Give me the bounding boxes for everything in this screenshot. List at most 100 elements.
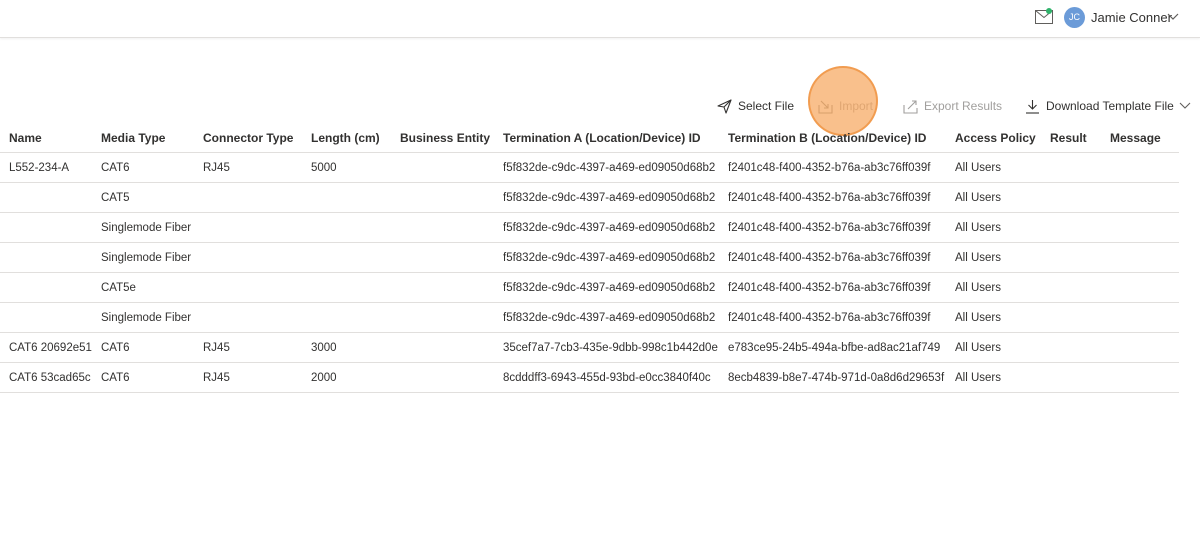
cell-business-entity: [391, 272, 494, 303]
export-results-button[interactable]: Export Results: [903, 96, 1002, 116]
column-header-termination-b[interactable]: Termination B (Location/Device) ID: [719, 123, 946, 153]
table-row[interactable]: Singlemode Fiber f5f832de-c9dc-4397-a469-…: [0, 242, 1179, 273]
cell-name: [0, 182, 92, 213]
column-header-media-type[interactable]: Media Type: [92, 123, 194, 153]
cell-length: [302, 272, 391, 303]
cell-message: [1101, 272, 1179, 303]
cell-access-policy: All Users: [946, 152, 1041, 183]
top-bar: JC Jamie Conner: [0, 0, 1200, 38]
cell-connector-type: RJ45: [194, 332, 302, 363]
cell-access-policy: All Users: [946, 182, 1041, 213]
cell-termination-a: f5f832de-c9dc-4397-a469-ed09050d68b2: [494, 302, 719, 333]
table-row[interactable]: L552-234-A CAT6 RJ45 5000 f5f832de-c9dc-4397…: [0, 152, 1179, 183]
download-template-label: Download Template File: [1046, 99, 1174, 113]
cell-length: 3000: [302, 332, 391, 363]
cell-termination-b: e783ce95-24b5-494a-bfbe-ad8ac21af749: [719, 332, 946, 363]
cell-name: [0, 272, 92, 303]
cell-termination-a: f5f832de-c9dc-4397-a469-ed09050d68b2: [494, 272, 719, 303]
cell-termination-b: f2401c48-f400-4352-b76a-ab3c76ff039f: [719, 242, 946, 273]
table-body: L552-234-A CAT6 RJ45 5000 f5f832de-c9dc-4397…: [0, 152, 1179, 393]
cell-result: [1041, 242, 1101, 273]
cell-connector-type: RJ45: [194, 152, 302, 183]
cell-length: [302, 182, 391, 213]
cell-access-policy: All Users: [946, 242, 1041, 273]
cell-result: [1041, 212, 1101, 243]
table-row[interactable]: CAT6 20692e51 CAT6 RJ45 3000 35cef7a7-7cb3-4…: [0, 332, 1179, 363]
cell-connector-type: [194, 182, 302, 213]
cell-access-policy: All Users: [946, 302, 1041, 333]
column-header-access-policy[interactable]: Access Policy: [946, 123, 1041, 153]
table-row[interactable]: CAT6 53cad65c CAT6 RJ45 2000 8cdddff3-6943-4…: [0, 362, 1179, 393]
cell-name: CAT6 53cad65c: [0, 362, 92, 393]
cell-connector-type: RJ45: [194, 362, 302, 393]
cell-message: [1101, 242, 1179, 273]
cell-termination-b: f2401c48-f400-4352-b76a-ab3c76ff039f: [719, 152, 946, 183]
column-header-result[interactable]: Result: [1041, 123, 1101, 153]
cell-message: [1101, 362, 1179, 393]
cell-termination-b: f2401c48-f400-4352-b76a-ab3c76ff039f: [719, 272, 946, 303]
cell-business-entity: [391, 212, 494, 243]
cell-business-entity: [391, 182, 494, 213]
chevron-down-icon[interactable]: [1167, 13, 1179, 21]
column-header-business-entity[interactable]: Business Entity: [391, 123, 494, 153]
download-template-button[interactable]: Download Template File: [1025, 96, 1191, 116]
table-row[interactable]: Singlemode Fiber f5f832de-c9dc-4397-a469-…: [0, 212, 1179, 243]
cell-business-entity: [391, 152, 494, 183]
user-name[interactable]: Jamie Conner: [1091, 10, 1172, 25]
column-header-length[interactable]: Length (cm): [302, 123, 391, 153]
cell-length: [302, 302, 391, 333]
table-row[interactable]: Singlemode Fiber f5f832de-c9dc-4397-a469-…: [0, 302, 1179, 333]
column-header-name[interactable]: Name: [0, 123, 92, 153]
cell-name: [0, 242, 92, 273]
select-file-button[interactable]: Select File: [717, 96, 794, 116]
column-header-termination-a[interactable]: Termination A (Location/Device) ID: [494, 123, 719, 153]
cell-access-policy: All Users: [946, 332, 1041, 363]
export-icon: [903, 99, 918, 114]
send-icon: [717, 98, 732, 114]
cell-result: [1041, 302, 1101, 333]
cell-media-type: Singlemode Fiber: [92, 242, 194, 273]
chevron-down-icon[interactable]: [1179, 102, 1191, 110]
cell-media-type: Singlemode Fiber: [92, 212, 194, 243]
table-header-row: Name Media Type Connector Type Length (c…: [0, 123, 1179, 153]
column-header-message[interactable]: Message: [1101, 123, 1179, 153]
download-icon: [1026, 99, 1039, 114]
cell-termination-b: f2401c48-f400-4352-b76a-ab3c76ff039f: [719, 302, 946, 333]
cell-business-entity: [391, 302, 494, 333]
column-header-connector-type[interactable]: Connector Type: [194, 123, 302, 153]
cell-length: [302, 212, 391, 243]
cell-message: [1101, 182, 1179, 213]
import-label: Import: [839, 99, 874, 113]
cell-termination-a: f5f832de-c9dc-4397-a469-ed09050d68b2: [494, 212, 719, 243]
cell-connector-type: [194, 212, 302, 243]
cell-name: [0, 302, 92, 333]
import-icon: [818, 100, 833, 114]
import-table: Name Media Type Connector Type Length (c…: [0, 123, 1179, 393]
cell-termination-b: 8ecb4839-b8e7-474b-971d-0a8d6d29653f: [719, 362, 946, 393]
cell-access-policy: All Users: [946, 212, 1041, 243]
cell-message: [1101, 212, 1179, 243]
export-results-label: Export Results: [924, 99, 1003, 113]
cell-access-policy: All Users: [946, 272, 1041, 303]
select-file-label: Select File: [738, 99, 795, 113]
table-row[interactable]: CAT5 f5f832de-c9dc-4397-a469-ed09050d68b2…: [0, 182, 1179, 213]
cell-connector-type: [194, 302, 302, 333]
cell-termination-a: f5f832de-c9dc-4397-a469-ed09050d68b2: [494, 242, 719, 273]
cell-length: [302, 242, 391, 273]
cell-business-entity: [391, 362, 494, 393]
cell-access-policy: All Users: [946, 362, 1041, 393]
table-row[interactable]: CAT5e f5f832de-c9dc-4397-a469-ed09050d68b…: [0, 272, 1179, 303]
cell-message: [1101, 332, 1179, 363]
cell-media-type: CAT6: [92, 152, 194, 183]
cell-termination-a: 8cdddff3-6943-455d-93bd-e0cc3840f40c: [494, 362, 719, 393]
avatar[interactable]: JC: [1064, 7, 1085, 28]
cell-result: [1041, 182, 1101, 213]
cell-connector-type: [194, 272, 302, 303]
cell-termination-b: f2401c48-f400-4352-b76a-ab3c76ff039f: [719, 182, 946, 213]
cell-termination-b: f2401c48-f400-4352-b76a-ab3c76ff039f: [719, 212, 946, 243]
import-button[interactable]: Import: [818, 96, 873, 116]
cell-termination-a: 35cef7a7-7cb3-435e-9dbb-998c1b442d0e: [494, 332, 719, 363]
cell-message: [1101, 302, 1179, 333]
cell-termination-a: f5f832de-c9dc-4397-a469-ed09050d68b2: [494, 152, 719, 183]
cell-length: 5000: [302, 152, 391, 183]
